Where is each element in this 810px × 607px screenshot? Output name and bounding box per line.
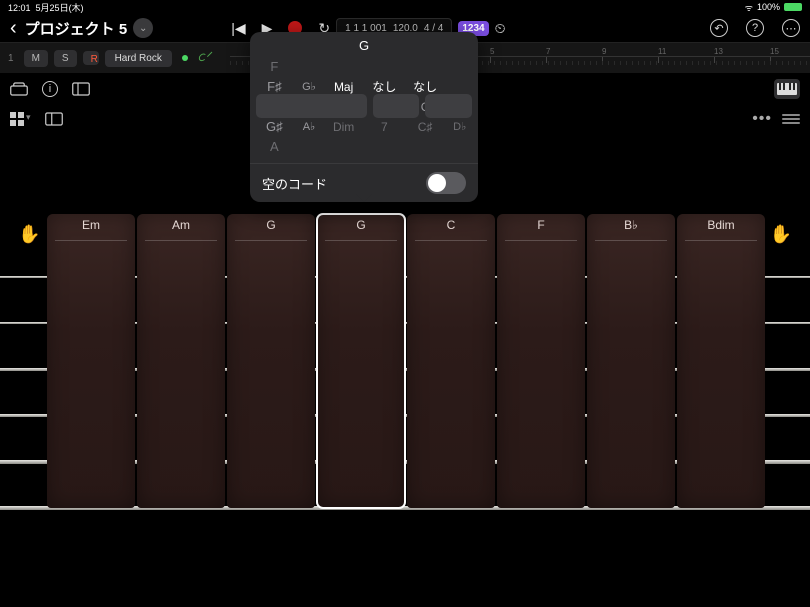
back-chevron-icon[interactable]: ‹ — [10, 17, 17, 40]
options-icon[interactable]: ••• — [752, 110, 772, 128]
ruler-tick: 11 — [658, 47, 666, 56]
chord-label: Bdim — [677, 214, 765, 244]
track-number: 1 — [8, 53, 14, 64]
bass-wheel[interactable]: なし C C♯ — [405, 57, 446, 157]
battery-icon — [784, 3, 802, 11]
chord-label: G — [317, 214, 405, 244]
track-name[interactable]: Hard Rock — [105, 50, 172, 67]
wifi-icon: ᯤ — [745, 1, 753, 14]
chord-column[interactable]: C — [407, 214, 495, 508]
chord-strip-area: ✋ ✋ EmAmGGCFB♭Bdim — [0, 214, 810, 514]
split-view-icon[interactable] — [45, 112, 63, 126]
help-icon[interactable]: ? — [746, 19, 764, 37]
quality-wheel[interactable]: Maj Min Dim — [323, 57, 364, 157]
list-icon[interactable] — [782, 112, 800, 126]
project-menu-caret[interactable]: ⌄ — [133, 18, 153, 38]
chord-label: G — [227, 214, 315, 244]
extension-wheel[interactable]: なし 6 7 — [364, 57, 405, 157]
battery-text: 100% — [757, 2, 780, 12]
project-title[interactable]: プロジェクト 5 — [25, 18, 128, 39]
chord-label: C — [407, 214, 495, 244]
guitar-icon[interactable] — [198, 50, 214, 66]
root-enharmonic-wheel[interactable]: G♭ A♭ — [295, 57, 324, 157]
chord-strip: EmAmGGCFB♭Bdim — [47, 214, 767, 508]
ruler-tick: 7 — [546, 47, 550, 56]
status-time: 12:01 — [8, 3, 31, 13]
chord-column[interactable]: Em — [47, 214, 135, 508]
ruler-tick: 5 — [490, 47, 494, 56]
chord-popup-title: G — [250, 32, 478, 57]
chord-column[interactable]: B♭ — [587, 214, 675, 508]
left-hand-icon[interactable]: ✋ — [18, 224, 40, 245]
metronome-icon[interactable]: ⏲ — [495, 20, 506, 37]
root-wheel[interactable]: F F♯ G G♯ A — [254, 57, 295, 157]
chord-label: Em — [47, 214, 135, 244]
more-menu-icon[interactable]: ⋯ — [782, 19, 800, 37]
undo-icon[interactable]: ↶ — [710, 19, 728, 37]
ruler-tick: 15 — [770, 47, 779, 56]
ruler-tick: 13 — [714, 47, 723, 56]
grid-view-icon[interactable]: ▾ — [10, 112, 31, 126]
right-hand-icon[interactable]: ✋ — [770, 224, 792, 245]
chord-editor-popup: G F F♯ G G♯ A G♭ A♭ Maj Min Dim なし 6 7 — [250, 32, 478, 202]
mute-button[interactable]: M — [24, 50, 48, 67]
status-date: 5月25日(木) — [36, 3, 84, 13]
chord-column[interactable]: G — [317, 214, 405, 508]
empty-chord-label: 空のコード — [262, 174, 327, 193]
keyboard-toggle[interactable] — [774, 79, 800, 99]
chord-label: B♭ — [587, 214, 675, 244]
solo-button[interactable]: S — [54, 50, 77, 67]
chord-column[interactable]: G — [227, 214, 315, 508]
empty-chord-switch[interactable] — [426, 172, 466, 194]
go-to-start-icon[interactable]: |◀ — [231, 20, 245, 37]
record-enable-button[interactable]: R — [83, 51, 99, 65]
input-monitor-dot — [182, 55, 188, 61]
bass-enharmonic-wheel[interactable]: D♭ — [445, 57, 474, 157]
ruler-tick: 9 — [602, 47, 606, 56]
chord-column[interactable]: Am — [137, 214, 225, 508]
ios-status-bar: 12:01 5月25日(木) ᯤ 100% — [0, 0, 810, 14]
chord-column[interactable]: F — [497, 214, 585, 508]
chord-label: F — [497, 214, 585, 244]
browser-icon[interactable] — [10, 82, 28, 96]
chord-label: Am — [137, 214, 225, 244]
panel-icon[interactable] — [72, 82, 90, 96]
info-icon[interactable]: i — [42, 81, 58, 97]
chord-column[interactable]: Bdim — [677, 214, 765, 508]
